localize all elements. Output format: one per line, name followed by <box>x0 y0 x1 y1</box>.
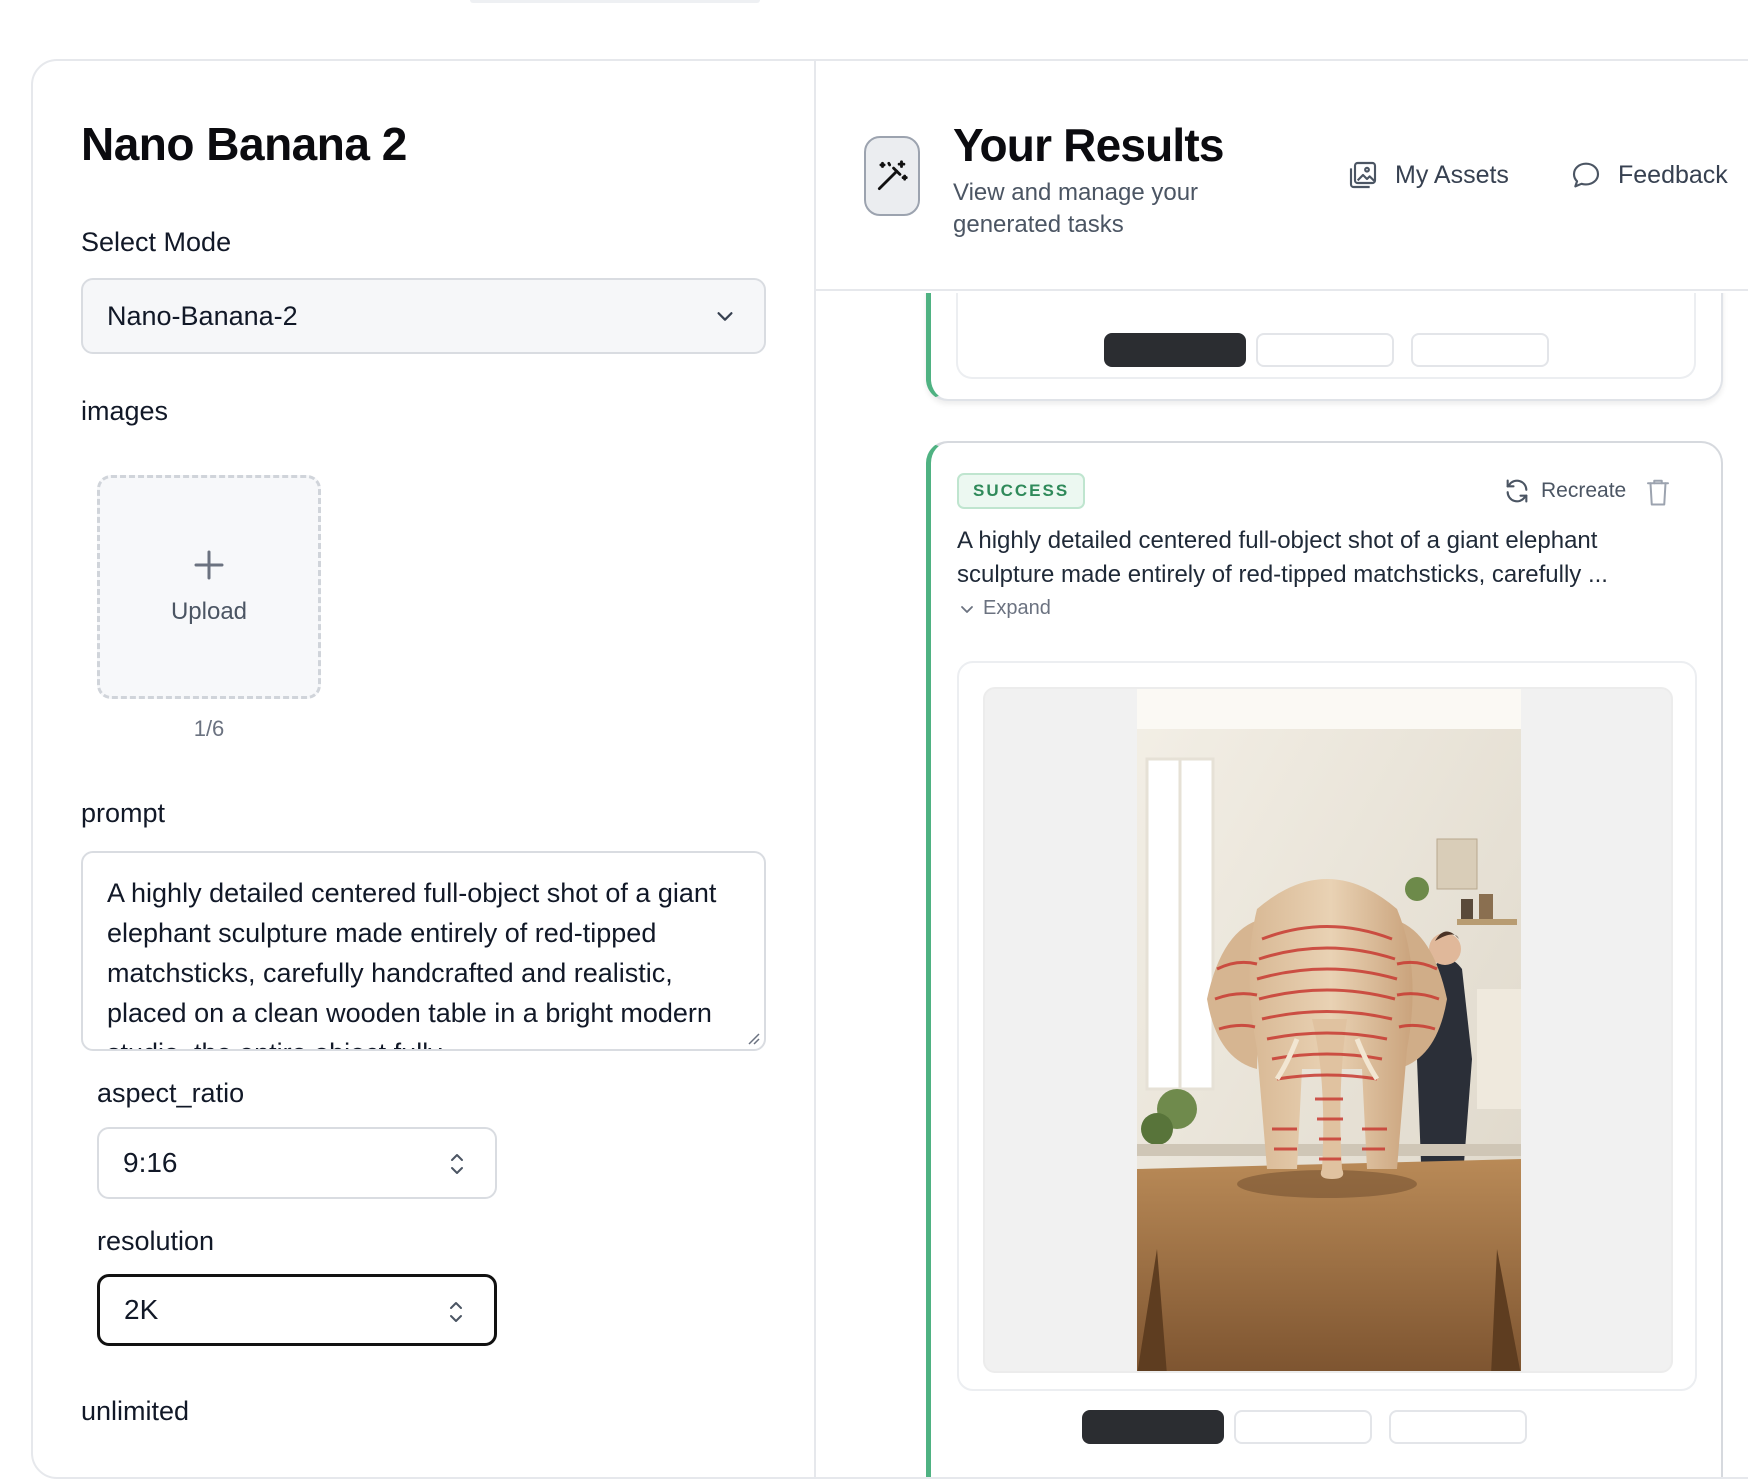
chevron-down-icon <box>961 605 973 613</box>
mode-select[interactable]: Nano-Banana-2 <box>81 278 766 354</box>
results-panel: Your Results View and manage your genera… <box>816 61 1748 1477</box>
images-label: images <box>81 396 169 426</box>
previous-result-card <box>926 293 1723 401</box>
previous-tertiary-button[interactable] <box>1411 333 1549 367</box>
prompt-textarea[interactable]: A highly detailed centered full-object s… <box>81 851 766 1051</box>
results-subtitle: View and manage your generated tasks <box>953 179 1199 238</box>
my-assets-link[interactable]: My Assets <box>1347 159 1509 191</box>
result-card: SUCCESS Recreate A highly detailed cente… <box>926 441 1723 1477</box>
generated-image[interactable] <box>1137 689 1521 1373</box>
logo <box>864 136 920 216</box>
resolution-label: resolution <box>97 1226 215 1256</box>
refresh-icon <box>1506 479 1528 503</box>
resolution-select[interactable]: 2K <box>97 1274 497 1346</box>
previous-result-inner <box>956 293 1696 379</box>
status-badge: SUCCESS <box>957 473 1086 509</box>
prompt-label: prompt <box>81 798 166 828</box>
feedback-label: Feedback <box>1618 160 1728 189</box>
app-shell: Nano Banana 2 Select Mode Nano-Banana-2 … <box>31 59 1748 1479</box>
expand-label: Expand <box>983 597 1051 619</box>
aspect-ratio-value: 9:16 <box>123 1147 178 1178</box>
select-mode-label: Select Mode <box>81 227 232 257</box>
top-edge-hint <box>470 0 760 3</box>
result-image-frame[interactable] <box>983 687 1673 1373</box>
upload-image-button[interactable]: Upload <box>97 475 321 699</box>
result-description: A highly detailed centered full-object s… <box>957 527 1608 588</box>
delete-button[interactable] <box>1645 477 1671 512</box>
results-feed[interactable]: SUCCESS Recreate A highly detailed cente… <box>816 293 1748 1477</box>
upload-count: 1/6 <box>193 716 225 741</box>
recreate-button[interactable]: Recreate <box>1503 477 1626 505</box>
aspect-ratio-label: aspect_ratio <box>97 1078 245 1108</box>
results-header: Your Results View and manage your genera… <box>816 61 1748 291</box>
page-title: Nano Banana 2 <box>81 118 407 170</box>
mode-select-value: Nano-Banana-2 <box>107 300 298 331</box>
previous-secondary-button[interactable] <box>1256 333 1394 367</box>
prompt-text: A highly detailed centered full-object s… <box>107 878 717 1049</box>
my-assets-label: My Assets <box>1395 160 1509 189</box>
resolution-value: 2K <box>124 1294 159 1325</box>
chevron-down-icon <box>717 312 733 321</box>
result-image-container <box>957 661 1697 1391</box>
magic-wand-icon <box>877 160 908 191</box>
recreate-label: Recreate <box>1541 479 1627 502</box>
unlimited-label: unlimited <box>81 1396 190 1426</box>
tertiary-action-button[interactable] <box>1389 1410 1527 1444</box>
results-title: Your Results <box>953 119 1225 171</box>
resize-handle-icon[interactable] <box>744 1029 760 1045</box>
updown-icon <box>450 1302 462 1322</box>
plus-icon <box>194 550 224 580</box>
aspect-ratio-select[interactable]: 9:16 <box>97 1127 497 1199</box>
upload-label: Upload <box>170 598 248 625</box>
trash-icon <box>1647 479 1669 506</box>
previous-primary-button[interactable] <box>1104 333 1246 367</box>
secondary-action-button[interactable] <box>1234 1410 1372 1444</box>
generator-form-panel: Nano Banana 2 Select Mode Nano-Banana-2 … <box>33 61 816 1477</box>
gallery-icon <box>1349 161 1377 189</box>
chat-bubble-icon <box>1572 162 1600 188</box>
updown-icon <box>451 1154 463 1174</box>
expand-toggle[interactable]: Expand <box>959 597 1051 620</box>
download-button[interactable] <box>1082 1410 1224 1444</box>
feedback-link[interactable]: Feedback <box>1570 159 1728 191</box>
